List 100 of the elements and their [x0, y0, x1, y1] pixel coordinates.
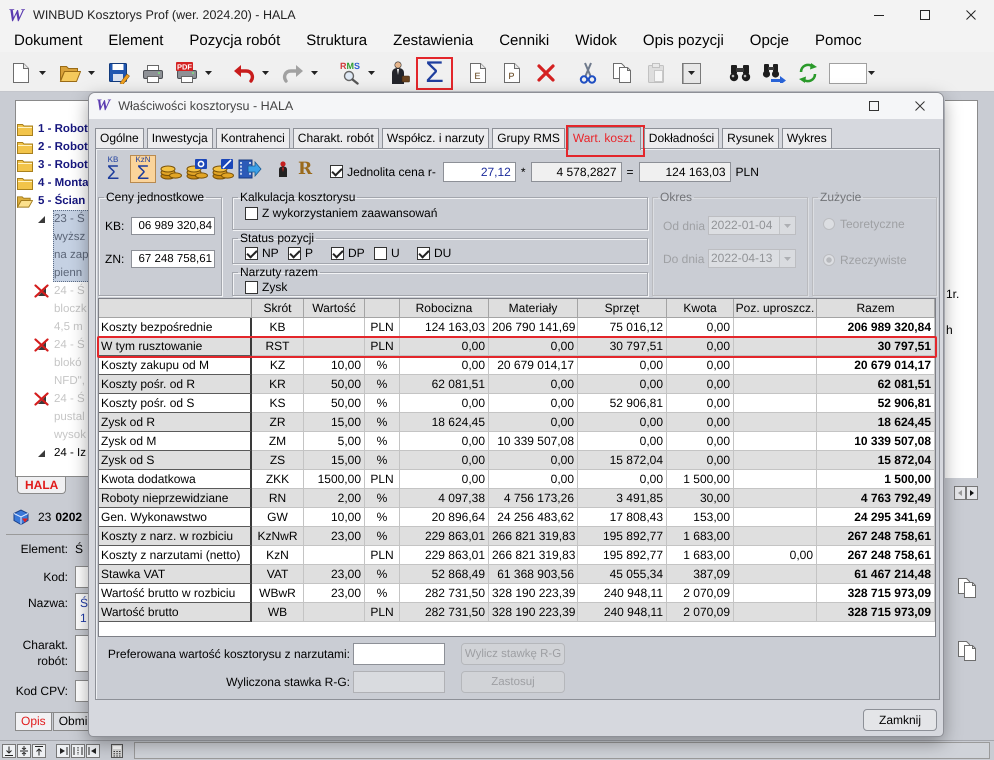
input-field[interactable]: [75, 566, 88, 588]
close-button[interactable]: Zamknij: [863, 709, 937, 731]
document-icon[interactable]: P: [503, 62, 521, 84]
close-icon[interactable]: [915, 101, 925, 111]
sum-button[interactable]: KB Σ: [100, 155, 126, 183]
undo-arrow-icon[interactable]: [233, 63, 255, 83]
triangle-icon: [38, 216, 44, 222]
figure-icon[interactable]: [278, 160, 288, 178]
table-cell: 2 070,09: [667, 603, 734, 622]
position-number: 23: [38, 510, 52, 524]
caret-icon[interactable]: [39, 71, 46, 75]
checkbox-label: NP: [262, 246, 279, 260]
arrow-right-icon[interactable]: [966, 486, 978, 500]
field-label: Wyliczona stawka R-G:: [225, 675, 350, 689]
copy-icon[interactable]: [957, 640, 977, 662]
tab[interactable]: Wykres: [782, 128, 832, 148]
minimize-icon[interactable]: [874, 14, 884, 16]
tab[interactable]: Inwestycja: [146, 128, 213, 148]
currency-label: PLN: [736, 164, 759, 178]
input-field[interactable]: [75, 635, 88, 672]
printer-icon[interactable]: [142, 62, 164, 84]
tab[interactable]: Współcz. i narzuty: [382, 128, 490, 148]
align-left-icon[interactable]: [86, 744, 100, 758]
tree-item[interactable]: 3 - Robot: [37, 156, 88, 174]
menu-item[interactable]: Widok: [562, 31, 630, 51]
text-field[interactable]: [829, 62, 867, 84]
copy-icon[interactable]: [612, 62, 632, 84]
checkbox[interactable]: [331, 246, 344, 260]
checkbox[interactable]: [330, 165, 344, 178]
checkbox[interactable]: [374, 246, 387, 260]
sum-icon[interactable]: Σ: [425, 59, 444, 87]
caret-icon[interactable]: [88, 71, 95, 75]
film-arrow-icon[interactable]: [238, 158, 262, 180]
menu-item[interactable]: Struktura: [293, 31, 380, 51]
menu-item[interactable]: Zestawienia: [380, 31, 486, 51]
table-cell: 240 948,11: [578, 603, 667, 622]
sum-button[interactable]: KzN Σ: [130, 155, 156, 183]
tree-item[interactable]: 1 - Robot: [37, 120, 88, 138]
new-document-icon[interactable]: [12, 62, 30, 84]
arrow-left-icon[interactable]: [954, 486, 966, 500]
maximize-icon[interactable]: [869, 101, 879, 111]
caret-icon[interactable]: [688, 71, 695, 75]
tab[interactable]: Obmi: [52, 713, 88, 731]
align-top-icon[interactable]: [32, 744, 46, 758]
tree-item[interactable]: 24 - Iz: [53, 444, 87, 462]
group-title: Ceny jednostkowe: [105, 190, 206, 204]
tab[interactable]: HALA: [17, 477, 66, 494]
tab[interactable]: Dokładności: [644, 128, 720, 148]
binoculars-arrow-icon[interactable]: [762, 63, 786, 83]
input-field[interactable]: [75, 680, 88, 702]
calculator-icon[interactable]: [110, 744, 124, 758]
scissors-icon[interactable]: [579, 62, 597, 84]
maximize-icon[interactable]: [920, 10, 930, 20]
menu-item[interactable]: Pozycja robót: [176, 31, 294, 51]
tree-item[interactable]: 23 - Ś wyższ na zap pienn: [53, 210, 88, 282]
menu-item[interactable]: Element: [95, 31, 176, 51]
group-title: Status pozycji: [239, 231, 316, 245]
close-icon[interactable]: [966, 10, 976, 20]
menu-item[interactable]: Opcje: [736, 31, 802, 51]
tab[interactable]: Opis: [15, 713, 52, 731]
coins-tile-icon[interactable]: [186, 158, 208, 180]
checkbox[interactable]: [288, 246, 301, 260]
menu-item[interactable]: Pomoc: [802, 31, 875, 51]
binoculars-icon[interactable]: [729, 64, 751, 82]
cross-icon[interactable]: [536, 63, 556, 83]
align-middle-icon[interactable]: [17, 744, 31, 758]
tab[interactable]: Charakt. robót: [292, 128, 379, 148]
refresh-icon[interactable]: [797, 62, 819, 84]
document-icon[interactable]: E: [469, 62, 487, 84]
align-right-icon[interactable]: [56, 744, 70, 758]
coins-slash-icon[interactable]: [212, 158, 234, 180]
checkbox[interactable]: [417, 246, 430, 260]
tree-item[interactable]: 5 - Ścian: [37, 192, 86, 210]
menu-item[interactable]: Cenniki: [486, 31, 562, 51]
tab[interactable]: Ogólne: [95, 128, 144, 148]
folder-icon[interactable]: [59, 63, 81, 83]
input-field[interactable]: [353, 643, 445, 665]
caret-icon[interactable]: [868, 71, 875, 75]
checkbox[interactable]: [245, 246, 258, 260]
menu-item[interactable]: Dokument: [1, 31, 96, 51]
input-field[interactable]: 67 248 758,61: [131, 250, 215, 268]
caret-icon[interactable]: [205, 71, 212, 75]
tab[interactable]: Rysunek: [722, 128, 779, 148]
copy-icon[interactable]: [957, 577, 977, 599]
caret-icon[interactable]: [368, 71, 375, 75]
input-field[interactable]: 06 989 320,84: [131, 217, 215, 235]
input-field[interactable]: 4 578,2827: [530, 162, 622, 182]
checkbox[interactable]: [245, 206, 258, 220]
caret-icon[interactable]: [262, 71, 269, 75]
field-label: ZN:: [105, 252, 126, 266]
menu-item[interactable]: Opis pozycji: [630, 31, 737, 51]
align-bottom-icon[interactable]: [2, 744, 16, 758]
tab[interactable]: Grupy RMS: [492, 128, 565, 148]
input-field[interactable]: Ś 1: [75, 593, 88, 630]
align-center-icon[interactable]: [71, 744, 85, 758]
input-field[interactable]: 124 163,03: [638, 162, 731, 182]
input-field[interactable]: 27,12: [442, 162, 516, 182]
tab[interactable]: Kontrahenci: [216, 128, 290, 148]
tree-item[interactable]: 2 - Robot: [37, 138, 88, 156]
checkbox[interactable]: [245, 280, 258, 294]
